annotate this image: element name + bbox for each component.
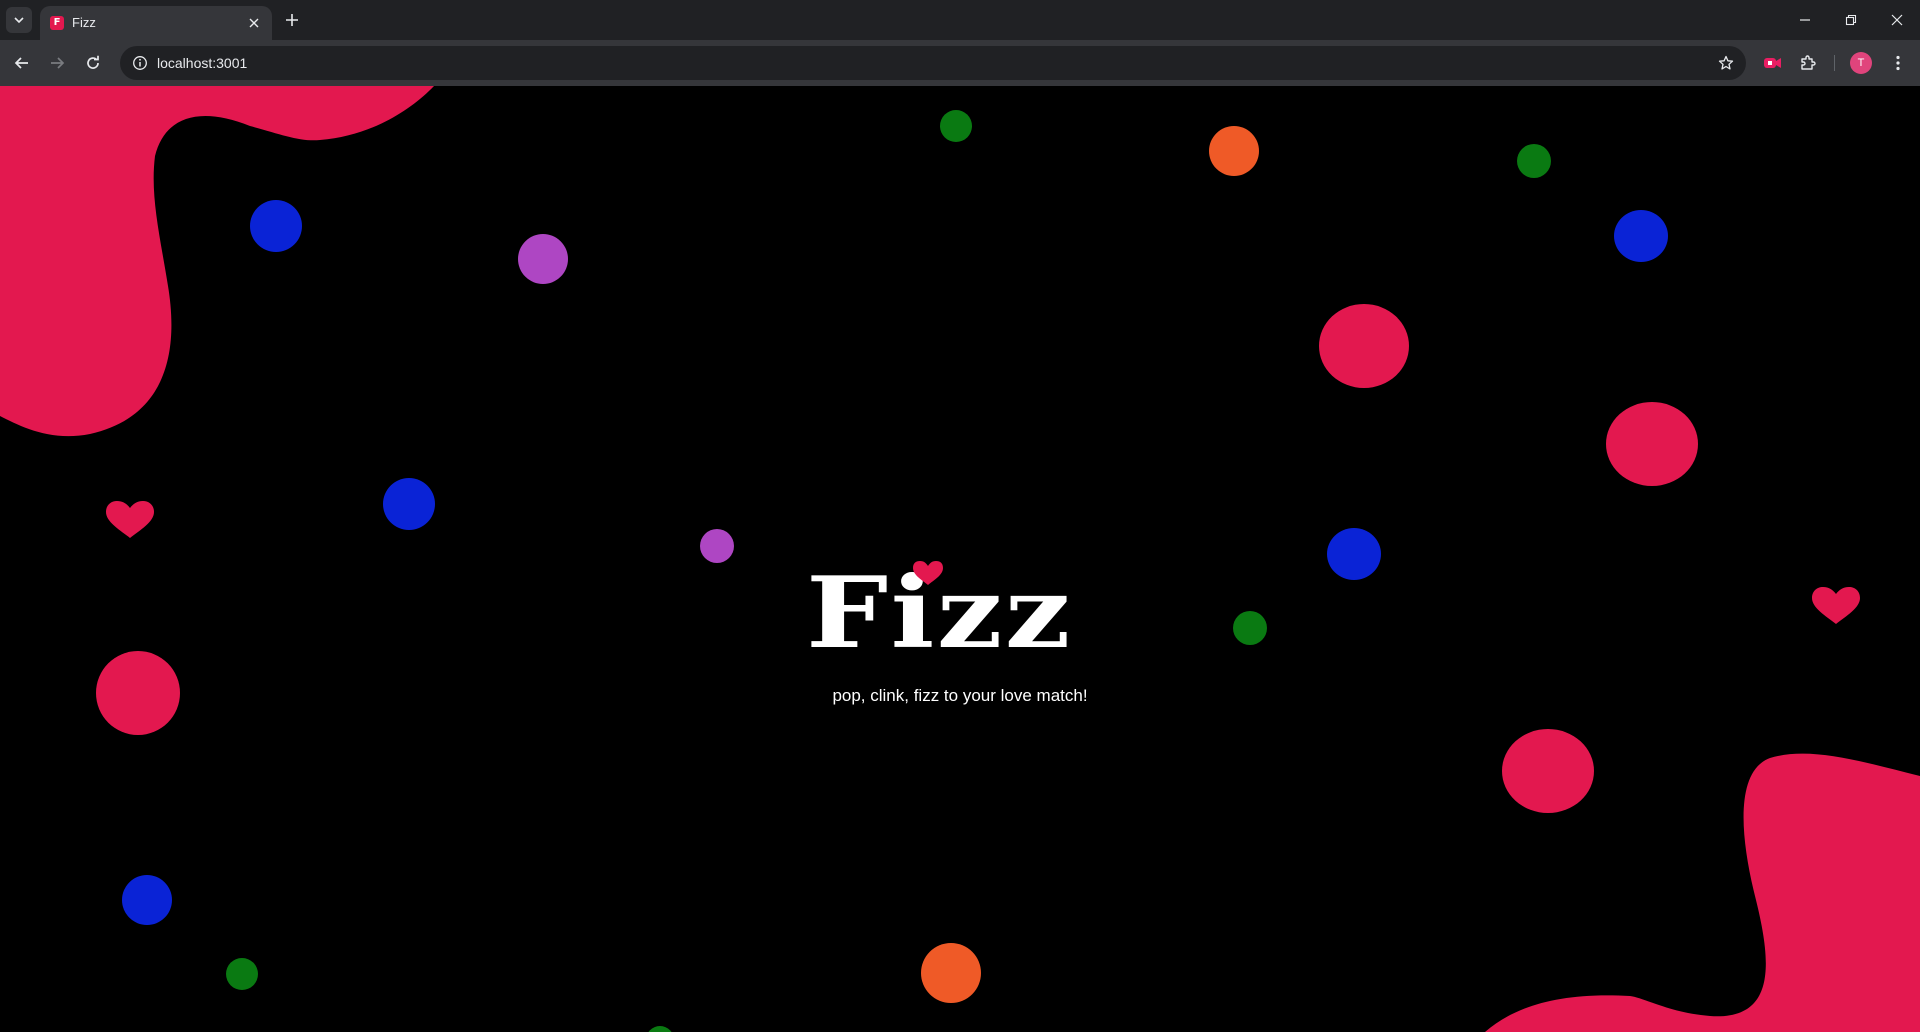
decorative-dot bbox=[646, 1026, 674, 1032]
back-button[interactable] bbox=[8, 49, 36, 77]
fizz-logo: Fizz bbox=[806, 558, 1112, 668]
arrow-left-icon bbox=[14, 57, 28, 69]
kebab-menu-icon[interactable] bbox=[1886, 51, 1910, 75]
arrow-right-icon bbox=[51, 57, 65, 69]
decorative-dot bbox=[383, 478, 435, 530]
restore-button[interactable] bbox=[1828, 0, 1874, 40]
address-bar[interactable]: localhost:3001 bbox=[120, 46, 1746, 80]
decorative-dot bbox=[250, 200, 302, 252]
decorative-dot bbox=[700, 529, 734, 563]
reload-icon bbox=[87, 55, 99, 69]
close-window-button[interactable] bbox=[1874, 0, 1920, 40]
restore-icon bbox=[1845, 14, 1857, 26]
close-icon bbox=[1891, 14, 1903, 26]
pink-blob-top-left bbox=[0, 86, 434, 437]
forward-button[interactable] bbox=[43, 49, 71, 77]
tab-fizz[interactable]: F Fizz bbox=[40, 6, 272, 40]
decorative-dot bbox=[940, 110, 972, 142]
browser-toolbar: localhost:3001 T bbox=[0, 40, 1920, 86]
favicon-icon: F bbox=[50, 16, 64, 30]
decorative-dot bbox=[122, 875, 172, 925]
decorative-dot bbox=[1233, 611, 1267, 645]
logo-wordmark: Fizz bbox=[806, 556, 1073, 671]
tagline: pop, clink, fizz to your love match! bbox=[832, 686, 1088, 705]
decorative-dot bbox=[1327, 528, 1381, 580]
url-text[interactable]: localhost:3001 bbox=[157, 55, 247, 71]
minimize-button[interactable] bbox=[1782, 0, 1828, 40]
reload-button[interactable] bbox=[79, 49, 107, 77]
decorative-dot bbox=[1606, 402, 1698, 486]
decorative-dot bbox=[1209, 126, 1259, 176]
heart-icon bbox=[1812, 587, 1860, 624]
decorative-dot bbox=[226, 958, 258, 990]
tab-close-button[interactable] bbox=[244, 13, 264, 33]
site-info-icon[interactable] bbox=[130, 53, 150, 73]
tab-search-button[interactable] bbox=[6, 7, 32, 33]
toolbar-divider bbox=[1834, 55, 1835, 71]
fizz-landing-page: Fizz pop, clink, fizz to your love match… bbox=[0, 86, 1920, 1032]
plus-icon bbox=[286, 14, 298, 26]
heart-icon bbox=[106, 501, 154, 538]
minimize-icon bbox=[1800, 19, 1810, 21]
tab-bar: F Fizz bbox=[0, 0, 1920, 40]
bookmark-star-icon[interactable] bbox=[1716, 53, 1736, 73]
profile-avatar[interactable]: T bbox=[1850, 52, 1872, 74]
decorative-dot bbox=[1319, 304, 1409, 388]
decorative-dot bbox=[518, 234, 568, 284]
extensions-puzzle-icon[interactable] bbox=[1796, 51, 1820, 75]
extension-video-icon[interactable] bbox=[1760, 51, 1784, 75]
close-icon bbox=[249, 18, 259, 28]
new-tab-button[interactable] bbox=[280, 8, 304, 32]
decorative-dot bbox=[1502, 729, 1594, 813]
decorative-dot bbox=[1614, 210, 1668, 262]
decorative-dot bbox=[1517, 144, 1551, 178]
chevron-down-icon bbox=[14, 17, 24, 24]
decorative-dot bbox=[921, 943, 981, 1003]
tab-title: Fizz bbox=[72, 15, 96, 30]
heart-icon bbox=[913, 561, 943, 585]
